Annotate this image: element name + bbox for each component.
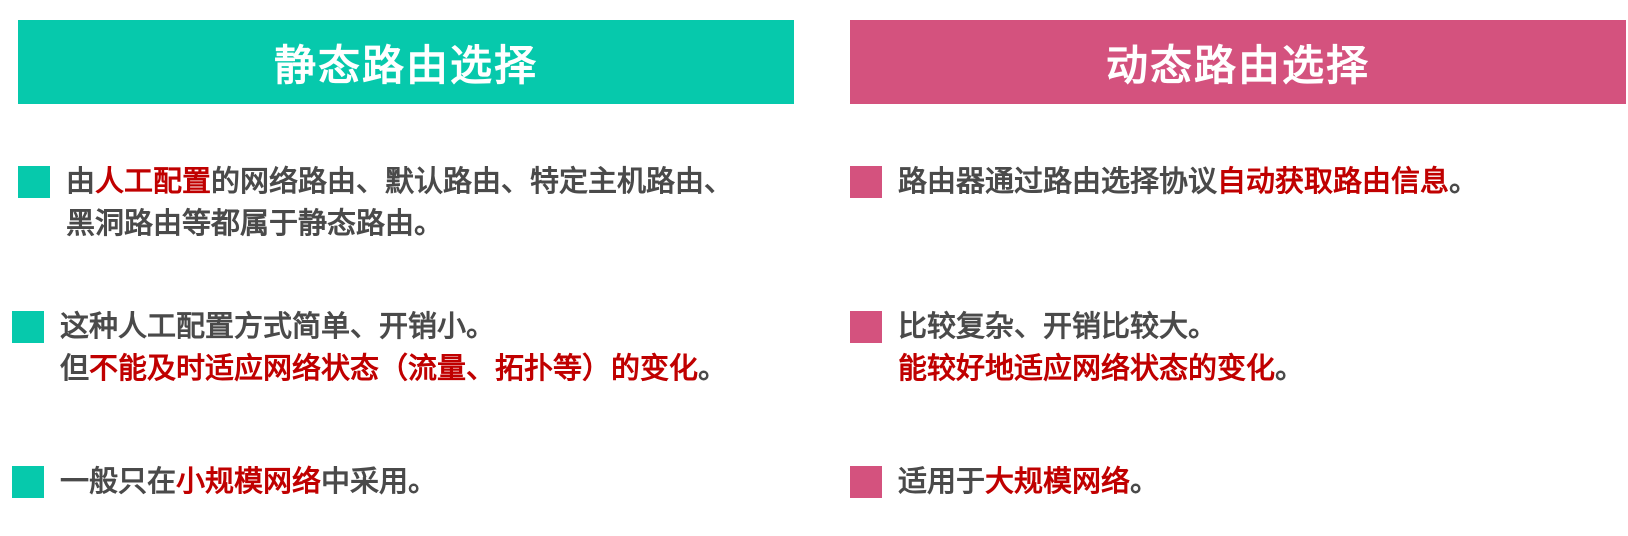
text-plain: 但 [60, 351, 90, 385]
text-plain: 。 [1275, 351, 1305, 385]
text-highlight: 小规模网络 [176, 464, 322, 498]
dynamic-bullet-2: 比较复杂、开销比较大。 能较好地适应网络状态的变化。 [850, 305, 1304, 389]
text-highlight: 自动获取路由信息 [1217, 164, 1450, 198]
text-plain: 中采用。 [321, 464, 438, 498]
dynamic-bullet-3: 适用于大规模网络。 [850, 460, 1159, 502]
dynamic-routing-title: 动态路由选择 [1105, 40, 1370, 90]
text-plain: 这种人工配置方式简单、开销小。 [60, 309, 496, 343]
text-highlight: 能较好地适应网络状态的变化 [898, 351, 1276, 385]
teal-square-bullet-icon [12, 311, 44, 343]
static-bullet-3: 一般只在小规模网络中采用。 [12, 460, 437, 502]
text-plain: 。 [698, 351, 728, 385]
text-highlight: 人工配置 [95, 164, 212, 198]
text-plain: 。 [1130, 464, 1160, 498]
text-plain: 一般只在 [60, 464, 177, 498]
dynamic-bullet-1-text: 路由器通过路由选择协议自动获取路由信息。 [898, 160, 1478, 202]
pink-square-bullet-icon [850, 466, 882, 498]
static-bullet-2: 这种人工配置方式简单、开销小。 但不能及时适应网络状态（流量、拓扑等）的变化。 [12, 305, 727, 389]
teal-square-bullet-icon [18, 166, 50, 198]
text-plain: 比较复杂、开销比较大。 [898, 309, 1218, 343]
teal-square-bullet-icon [12, 466, 44, 498]
static-bullet-3-text: 一般只在小规模网络中采用。 [60, 460, 437, 502]
dynamic-bullet-1: 路由器通过路由选择协议自动获取路由信息。 [850, 160, 1478, 202]
text-plain: 黑洞路由等都属于静态路由。 [66, 206, 444, 240]
text-plain: 适用于 [898, 464, 986, 498]
static-bullet-2-text: 这种人工配置方式简单、开销小。 但不能及时适应网络状态（流量、拓扑等）的变化。 [60, 305, 727, 389]
static-bullet-1: 由人工配置的网络路由、默认路由、特定主机路由、 黑洞路由等都属于静态路由。 [18, 160, 733, 244]
text-highlight: 大规模网络 [985, 464, 1131, 498]
text-plain: 路由器通过路由选择协议 [898, 164, 1218, 198]
dynamic-bullet-2-text: 比较复杂、开销比较大。 能较好地适应网络状态的变化。 [898, 305, 1304, 389]
static-routing-title: 静态路由选择 [273, 40, 538, 90]
text-plain: 的网络路由、默认路由、特定主机路由、 [211, 164, 734, 198]
text-plain: 由 [66, 164, 96, 198]
pink-square-bullet-icon [850, 311, 882, 343]
dynamic-routing-header: 动态路由选择 [850, 20, 1626, 104]
static-routing-header: 静态路由选择 [18, 20, 794, 104]
text-plain: 。 [1449, 164, 1479, 198]
dynamic-bullet-3-text: 适用于大规模网络。 [898, 460, 1159, 502]
pink-square-bullet-icon [850, 166, 882, 198]
static-bullet-1-text: 由人工配置的网络路由、默认路由、特定主机路由、 黑洞路由等都属于静态路由。 [66, 160, 733, 244]
text-highlight: 不能及时适应网络状态（流量、拓扑等）的变化 [89, 351, 699, 385]
